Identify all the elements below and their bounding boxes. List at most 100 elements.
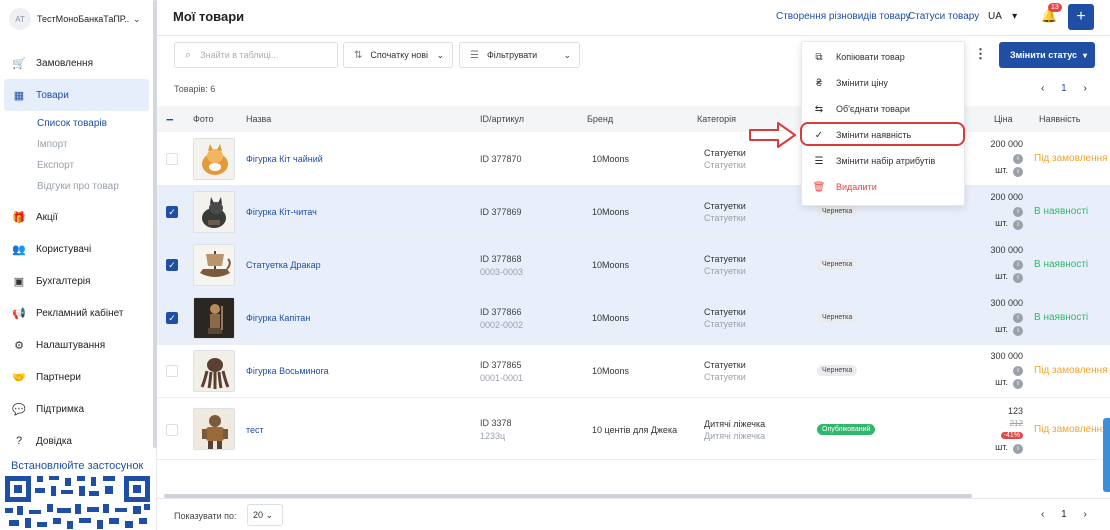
col-id[interactable]: ID/артикул — [480, 114, 524, 124]
add-product-button[interactable]: + — [1068, 4, 1094, 30]
status-badge: Чернетка — [817, 259, 858, 270]
row-checkbox-checked[interactable]: ✓ — [166, 259, 178, 271]
info-icon[interactable]: i — [1013, 379, 1023, 389]
table-row[interactable]: тест ID 3378 1233ц 10 центів для Джека Ди… — [157, 398, 1110, 460]
col-availability[interactable]: Наявність — [1039, 114, 1080, 124]
prev-page-button[interactable]: ‹ — [1041, 83, 1044, 94]
annotation-arrow-icon — [749, 122, 796, 148]
sidebar-item-support[interactable]: 💬 Підтримка — [0, 393, 149, 425]
table-row[interactable]: Фігурка Кіт чайний ID 377870 10Moons Ста… — [157, 133, 1110, 186]
product-name-link[interactable]: Статуетка Дракар — [246, 260, 321, 270]
info-icon[interactable]: i — [1013, 444, 1023, 454]
sidebar-item-ads[interactable]: 📢 Рекламний кабінет — [0, 297, 149, 329]
menu-item-copy-product[interactable]: ⧉ Копіювати товар — [802, 44, 964, 70]
side-widget-tab[interactable] — [1103, 418, 1110, 492]
sidebar: АТ ТестМоноБанкаТаПР... ⌄ 🛒 Замовлення ▦… — [0, 0, 157, 530]
row-checkbox[interactable] — [166, 365, 178, 377]
availability-status[interactable]: Під замовлення — [1034, 424, 1108, 435]
account-name: ТестМоноБанкаТаПР... — [37, 14, 129, 24]
row-checkbox-checked[interactable]: ✓ — [166, 206, 178, 218]
language-selector[interactable]: UA ▾ — [988, 11, 1017, 22]
availability-status[interactable]: Під замовлення — [1034, 153, 1108, 164]
create-variants-link[interactable]: Створення різновидів товару — [776, 11, 911, 22]
product-brand: 10Moons — [592, 313, 630, 323]
filter-dropdown[interactable]: ☰ Фільтрувати ⌄ — [459, 42, 580, 68]
install-app-link[interactable]: Встановлюйте застосунок — [11, 460, 143, 472]
product-category: Статуетки Статуетки — [704, 360, 746, 382]
current-page[interactable]: 1 — [1061, 509, 1067, 520]
sidebar-item-orders[interactable]: 🛒 Замовлення — [0, 47, 149, 79]
subnav-import[interactable]: Імпорт — [37, 134, 156, 155]
filter-label: Фільтрувати — [486, 50, 538, 60]
availability-status[interactable]: В наявності — [1034, 206, 1088, 217]
table-footer: Показувати по: 20 ⌄ ‹ 1 › — [157, 498, 1110, 530]
sort-dropdown[interactable]: ⇅ Спочатку нові ⌄ — [343, 42, 453, 68]
info-icon[interactable]: i — [1013, 154, 1023, 164]
col-category[interactable]: Категорія — [697, 114, 736, 124]
product-statuses-link[interactable]: Статуси товару — [908, 11, 979, 22]
menu-item-change-price[interactable]: ₴ Змінити ціну — [802, 70, 964, 96]
chevron-down-icon: ⌄ — [133, 13, 141, 24]
product-name-link[interactable]: Фігурка Кіт чайний — [246, 154, 323, 164]
table-row[interactable]: Фігурка Восьминога ID 377865 0001-0001 10… — [157, 345, 1110, 398]
change-status-label: Змінити статус — [1010, 50, 1078, 60]
sidebar-item-users[interactable]: 👥 Користувачі — [0, 233, 149, 265]
sidebar-item-settings[interactable]: ⚙ Налаштування — [0, 329, 149, 361]
info-icon[interactable]: i — [1013, 326, 1023, 336]
select-all-checkbox[interactable]: − — [166, 112, 174, 127]
info-icon[interactable]: i — [1013, 366, 1023, 376]
product-photo-captain — [193, 297, 235, 339]
qr-code-image — [5, 474, 150, 530]
product-name-link[interactable]: Фігурка Капітан — [246, 313, 310, 323]
product-name-link[interactable]: Фігурка Восьминога — [246, 366, 329, 376]
product-price: 300 000 i шт. i — [990, 245, 1023, 283]
col-brand[interactable]: Бренд — [587, 114, 613, 124]
info-icon[interactable]: i — [1013, 260, 1023, 270]
availability-status[interactable]: Під замовлення — [1034, 365, 1108, 376]
sidebar-item-partners[interactable]: 🤝 Партнери — [0, 361, 149, 393]
info-icon[interactable]: i — [1013, 167, 1023, 177]
next-page-button[interactable]: › — [1083, 509, 1086, 520]
product-name-link[interactable]: Фігурка Кіт-читач — [246, 207, 317, 217]
subnav-reviews[interactable]: Відгуки про товар — [37, 176, 156, 197]
sidebar-item-accounting[interactable]: ▣ Бухгалтерія — [0, 265, 149, 297]
info-icon[interactable]: i — [1013, 220, 1023, 230]
availability-status[interactable]: В наявності — [1034, 312, 1088, 323]
menu-item-change-attributes[interactable]: ☰ Змінити набір атрибутів — [802, 148, 964, 174]
info-icon[interactable]: i — [1013, 273, 1023, 283]
page-size-select[interactable]: 20 ⌄ — [247, 504, 283, 526]
current-page[interactable]: 1 — [1061, 83, 1067, 94]
row-checkbox-checked[interactable]: ✓ — [166, 312, 178, 324]
row-checkbox[interactable] — [166, 424, 178, 436]
product-brand: 10Moons — [592, 260, 630, 270]
sidebar-item-promotions[interactable]: 🎁 Акції — [0, 201, 149, 233]
subnav-product-list[interactable]: Список товарів — [37, 113, 156, 134]
menu-item-merge-products[interactable]: ⇆ Об'єднати товари — [802, 96, 964, 122]
change-status-button[interactable]: Змінити статус ▾ — [999, 42, 1095, 68]
info-icon[interactable]: i — [1013, 207, 1023, 217]
megaphone-icon: 📢 — [12, 307, 26, 320]
next-page-button[interactable]: › — [1083, 83, 1086, 94]
sidebar-item-help[interactable]: ? Довідка — [0, 425, 149, 457]
search-input[interactable]: ⌕ Знайти в таблиці... — [174, 42, 338, 68]
sidebar-item-products[interactable]: ▦ Товари — [4, 79, 149, 111]
col-name[interactable]: Назва — [246, 114, 271, 124]
product-price: 123 212 -41% шт. i — [995, 406, 1023, 454]
pagination-top: ‹ 1 › — [1041, 83, 1101, 94]
prev-page-button[interactable]: ‹ — [1041, 509, 1044, 520]
product-name-link[interactable]: тест — [246, 425, 264, 435]
table-row[interactable]: ✓ Фігурка Кіт-читач ID 377869 10Moons Ст… — [157, 186, 1110, 239]
col-price[interactable]: Ціна — [994, 114, 1013, 124]
row-checkbox[interactable] — [166, 153, 178, 165]
subnav-export[interactable]: Експорт — [37, 155, 156, 176]
info-icon[interactable]: i — [1013, 313, 1023, 323]
table-row[interactable]: ✓ Статуетка Дракар ID 377868 0003-0003 10… — [157, 239, 1110, 292]
sidebar-item-label: Рекламний кабінет — [36, 307, 124, 319]
table-row[interactable]: ✓ Фігурка Капітан ID 377866 0002-0002 10M… — [157, 292, 1110, 345]
more-actions-kebab-icon[interactable]: ⋮ — [974, 46, 987, 62]
availability-status[interactable]: В наявності — [1034, 259, 1088, 270]
product-photo-test — [193, 408, 235, 450]
hryvnia-icon: ₴ — [816, 77, 822, 89]
menu-item-delete[interactable]: 🗑 Видалити — [802, 174, 964, 200]
account-switcher[interactable]: АТ ТестМоноБанкаТаПР... ⌄ — [0, 0, 156, 38]
